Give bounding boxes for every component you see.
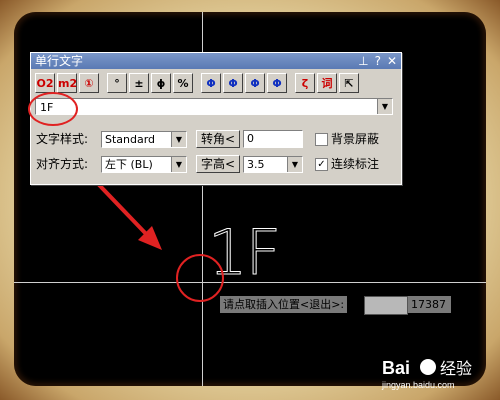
degree-button[interactable]: ° [107,73,127,93]
chevron-down-icon[interactable]: ▼ [171,157,186,172]
text-highlight-circle [28,92,78,126]
percent-button[interactable]: % [173,73,193,93]
o2-symbol-button[interactable]: O2 [35,73,55,93]
steel-grade-4-button[interactable]: Φ [267,73,287,93]
align-label: 对齐方式: [36,157,89,171]
steel-grade-2-button[interactable]: Φ [223,73,243,93]
dialog-titlebar[interactable]: 单行文字 ⊥ ? ✕ [31,53,401,69]
baidu-watermark: Bai 经验 jingyan.baidu.com [381,358,472,390]
chevron-down-icon[interactable]: ▼ [377,99,392,114]
chevron-down-icon[interactable]: ▼ [287,157,302,172]
height-select[interactable]: 3.5 ▼ [243,156,303,173]
mask-label: 背景屏蔽 [331,132,380,146]
rotate-angle-input[interactable]: 0 [243,130,303,148]
style-value: Standard [105,133,156,146]
m2-symbol-button[interactable]: m2 [57,73,77,93]
dialog-title: 单行文字 [35,54,84,68]
text-content-input[interactable]: 1F ▼ [28,92,393,126]
pick-text-icon[interactable]: ⇱ [339,73,359,93]
help-icon[interactable]: ? [375,53,381,69]
steel-grade-3-button[interactable]: Φ [245,73,265,93]
continuous-checkbox[interactable]: ✓ [315,158,328,171]
circled-one-button[interactable]: ① [79,73,99,93]
align-select[interactable]: 左下 (BL) ▼ [101,156,187,173]
chevron-down-icon[interactable]: ▼ [171,132,186,147]
mask-checkbox[interactable] [315,133,328,146]
align-value: 左下 (BL) [105,158,153,171]
pin-icon[interactable]: ⊥ [358,53,368,69]
height-button[interactable]: 字高< [196,155,240,173]
single-line-text-dialog: 单行文字 ⊥ ? ✕ O2 m2 ① ° ± ϕ % Φ Φ Φ Φ ζ 词 ⇱… [28,52,402,185]
watermark-url: jingyan.baidu.com [381,380,455,390]
style-select[interactable]: Standard ▼ [101,131,187,148]
steel-grade-1-button[interactable]: Φ [201,73,221,93]
style-label: 文字样式: [36,132,89,146]
plus-minus-button[interactable]: ± [129,73,149,93]
watermark-brand2: 经验 [440,359,472,378]
height-value: 3.5 [247,158,265,171]
continuous-label: 连续标注 [331,157,380,171]
watermark-brand: Bai [382,358,410,378]
paw-icon [420,359,436,375]
symbol-toolbar: O2 m2 ① ° ± ϕ % Φ Φ Φ Φ ζ 词 ⇱ [35,73,361,93]
diameter-button[interactable]: ϕ [151,73,171,93]
word-library-button[interactable]: 词 [317,73,337,93]
close-icon[interactable]: ✕ [387,53,397,69]
rotate-button[interactable]: 转角< [196,130,240,148]
special-char-button[interactable]: ζ [295,73,315,93]
